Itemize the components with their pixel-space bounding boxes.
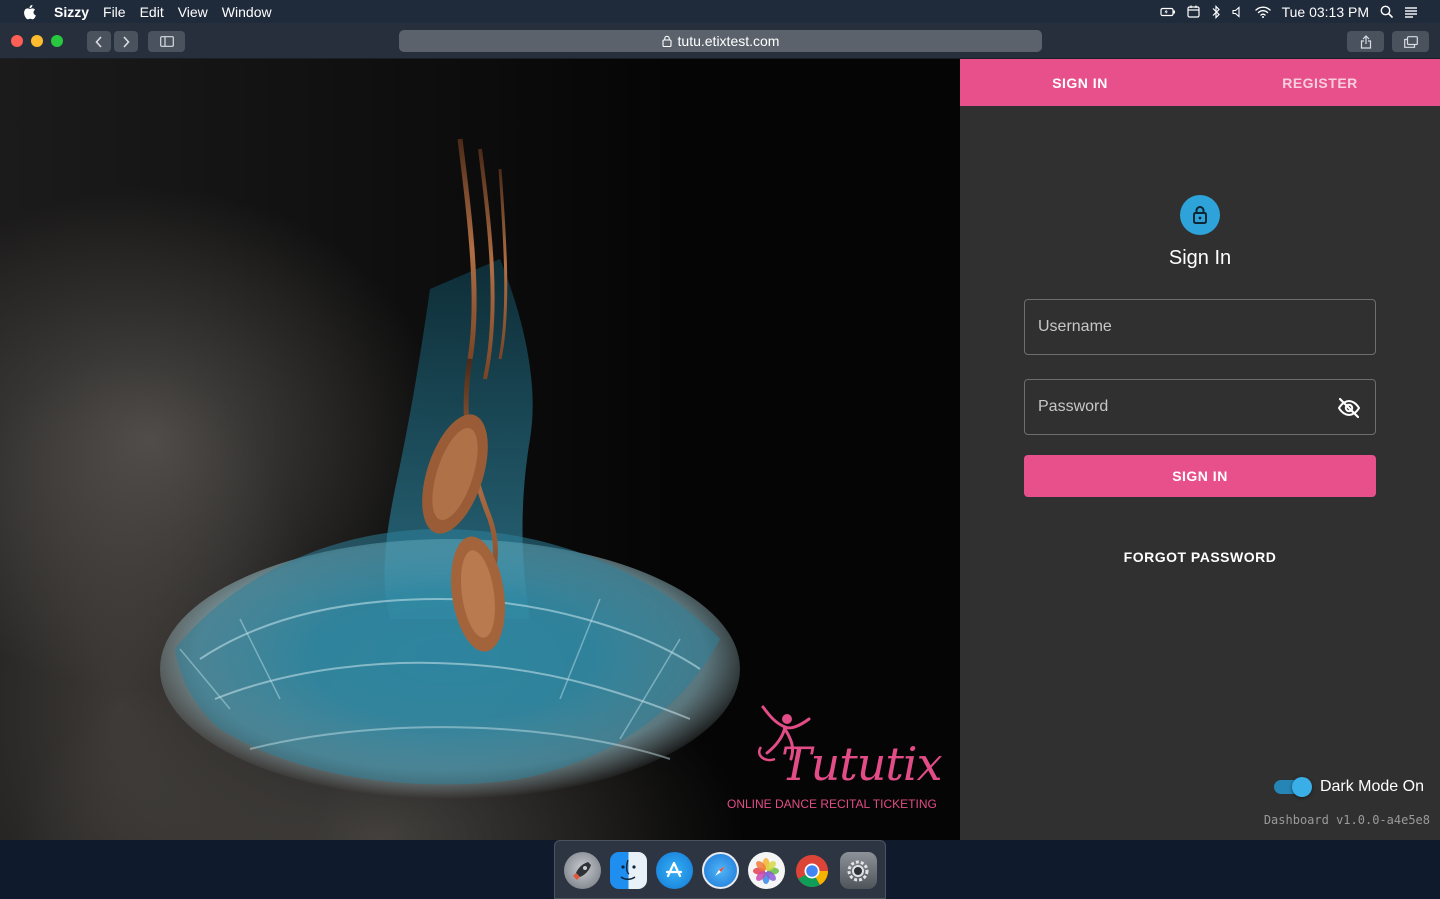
sidebar-icon	[159, 36, 174, 47]
menu-window[interactable]: Window	[222, 4, 272, 20]
lock-icon	[1193, 206, 1207, 224]
system-preferences-icon[interactable]	[839, 852, 877, 889]
menu-file[interactable]: File	[103, 4, 126, 20]
launchpad-icon[interactable]	[563, 852, 601, 889]
ballet-tutu-illustration	[160, 138, 740, 799]
app-store-icon[interactable]	[655, 852, 693, 889]
brand-wordmark: Tututix	[781, 737, 943, 791]
menu-view[interactable]: View	[178, 4, 208, 20]
password-field[interactable]: Password	[1024, 379, 1376, 435]
url-text: tutu.etixtest.com	[677, 33, 780, 49]
wifi-icon[interactable]	[1254, 5, 1271, 18]
notification-center-icon[interactable]	[1404, 6, 1418, 18]
page-title: Sign In	[1168, 247, 1232, 269]
toggle-knob	[1291, 777, 1312, 797]
browser-toolbar: tutu.etixtest.com	[0, 23, 1440, 59]
hero-image: Tututix ONLINE DANCE RECITAL TICKETING	[0, 59, 960, 840]
dark-mode-label: Dark Mode On	[1319, 778, 1424, 795]
close-window-button[interactable]	[11, 35, 23, 47]
lock-avatar	[1180, 195, 1220, 235]
spotlight-icon[interactable]	[1380, 5, 1393, 18]
forward-button[interactable]	[114, 31, 138, 52]
toggle-password-visibility-icon[interactable]	[1337, 396, 1361, 420]
show-tabs-button[interactable]	[1392, 31, 1429, 52]
back-button[interactable]	[87, 31, 111, 52]
password-placeholder: Password	[1038, 398, 1109, 415]
tab-register[interactable]: REGISTER	[1200, 59, 1440, 106]
share-icon	[1360, 34, 1371, 49]
clock-text[interactable]: Tue 03:13 PM	[1282, 4, 1369, 20]
menu-bar: Sizzy File Edit View Window Tue 03:13 PM	[0, 0, 1440, 23]
username-field[interactable]: Username	[1024, 299, 1376, 355]
dock	[554, 840, 886, 899]
apple-icon[interactable]	[22, 4, 36, 20]
tab-sign-in[interactable]: SIGN IN	[960, 59, 1200, 106]
photos-icon[interactable]	[747, 852, 785, 889]
minimize-window-button[interactable]	[31, 35, 43, 47]
zoom-window-button[interactable]	[51, 35, 63, 47]
finder-icon[interactable]	[609, 852, 647, 889]
brand-tagline: ONLINE DANCE RECITAL TICKETING	[727, 797, 937, 811]
sign-in-button[interactable]: SIGN IN	[1024, 455, 1376, 497]
chevron-right-icon	[123, 35, 130, 48]
chevron-left-icon	[95, 35, 102, 48]
version-text: Dashboard v1.0.0-a4e5e8	[1263, 813, 1430, 827]
chrome-icon[interactable]	[794, 852, 831, 889]
lock-icon	[661, 35, 672, 47]
volume-icon[interactable]	[1232, 5, 1244, 18]
safari-icon[interactable]	[701, 852, 739, 889]
auth-panel: SIGN IN REGISTER Sign In Username Passwo…	[960, 59, 1440, 840]
dark-mode-control: Dark Mode On	[1273, 777, 1424, 797]
dark-mode-toggle[interactable]	[1273, 777, 1312, 797]
battery-icon[interactable]	[1159, 6, 1176, 18]
tabs-icon	[1403, 35, 1418, 48]
forgot-password-link[interactable]: FORGOT PASSWORD	[960, 549, 1440, 565]
share-button[interactable]	[1347, 31, 1384, 52]
sidebar-toggle-button[interactable]	[148, 31, 185, 52]
calendar-icon[interactable]	[1186, 5, 1200, 18]
menu-edit[interactable]: Edit	[140, 4, 164, 20]
auth-tabbar: SIGN IN REGISTER	[960, 59, 1440, 106]
menu-app-name[interactable]: Sizzy	[54, 4, 89, 20]
username-placeholder: Username	[1038, 318, 1112, 335]
bluetooth-icon[interactable]	[1211, 4, 1221, 19]
status-area: Tue 03:13 PM	[1159, 0, 1418, 23]
address-bar[interactable]: tutu.etixtest.com	[399, 30, 1042, 52]
